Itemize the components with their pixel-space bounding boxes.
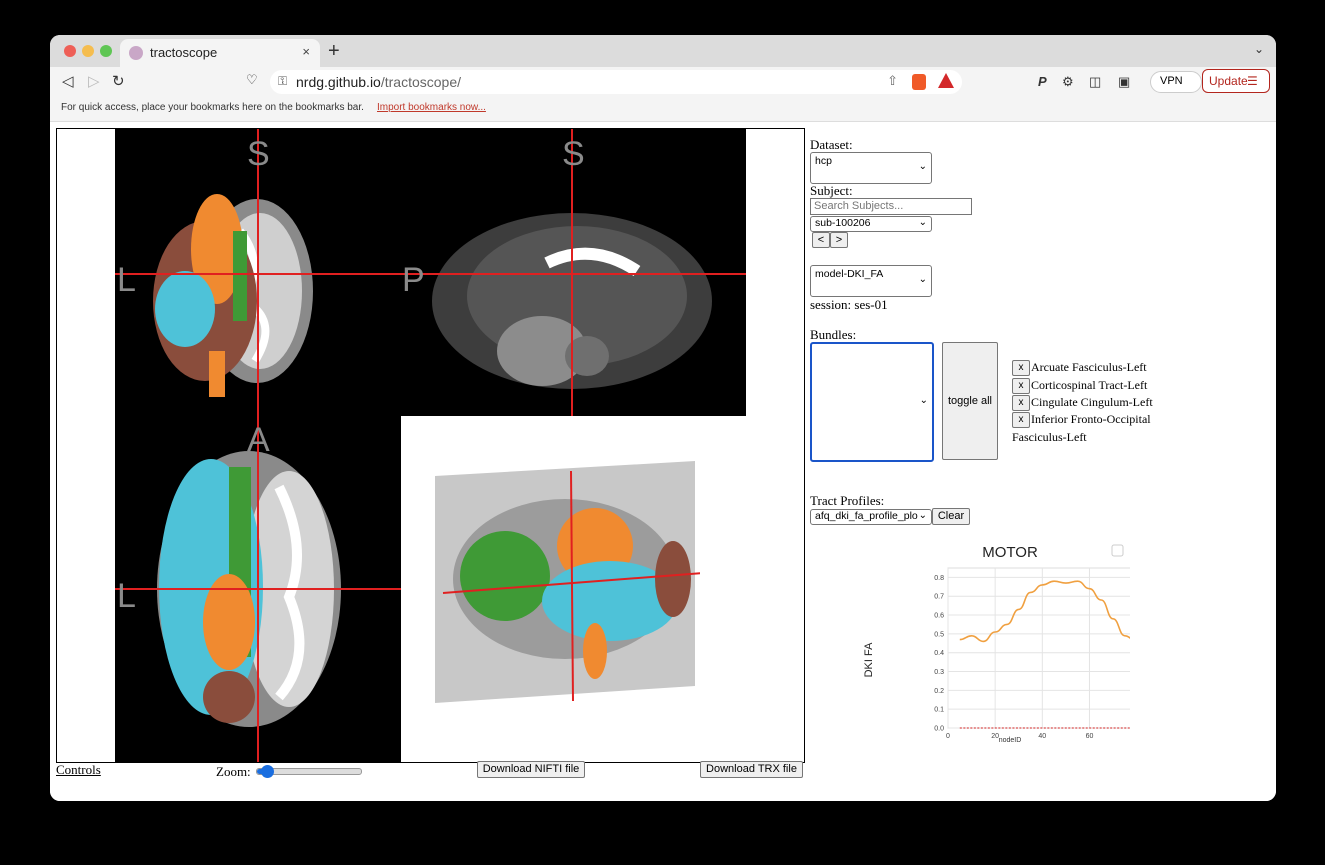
orientation-label: S [562,135,585,173]
subject-select[interactable]: sub-100206 ⌄ [810,216,932,232]
bundles-select[interactable]: ⌄ [810,342,934,462]
bundles-label: Bundles: [810,327,857,342]
bookmark-icon[interactable]: ♡ [246,72,258,88]
orientation-label: A [247,421,270,459]
orientation-label: L [117,261,136,299]
browser-window: tractoscope × + ⌄ ◁ ▷ ↻ ♡ ⚿ nrdg.github.… [50,35,1276,801]
tractography-3d-image [435,461,700,703]
lock-icon: ⚿ [278,74,288,88]
chart-y-label: DKI FA [863,642,875,678]
chart-x-label: nodeID [999,737,1022,744]
chart-plot-area [947,567,1130,729]
new-tab-button[interactable]: + [328,40,340,63]
chart-y-tick-label: 0.3 [934,669,944,676]
previous-subject-button[interactable]: < [812,232,830,248]
vpn-button[interactable]: VPN [1150,71,1202,93]
zoom-slider-thumb[interactable] [261,765,275,778]
maximize-window-button[interactable] [100,45,112,57]
clear-profiles-button[interactable]: Clear [932,508,970,525]
chart-y-tick-label: 0.6 [934,613,944,620]
chart-x-tick-label: 0 [946,733,950,740]
import-bookmarks-link[interactable]: Import bookmarks now... [377,102,486,113]
crosshair-horizontal-line [115,273,746,275]
minimize-window-button[interactable] [82,45,94,57]
session-text: session: ses-01 [810,297,888,312]
subject-label: Subject: [810,183,853,198]
wallet-icon[interactable]: ▣ [1118,74,1130,90]
remove-bundle-button[interactable]: x [1012,412,1030,428]
navigation-toolbar: ◁ ▷ ↻ ♡ ⚿ nrdg.github.io/tractoscope/ ⇧ … [50,67,1276,97]
chart-title: MOTOR [982,544,1038,561]
chevron-down-icon: ⌄ [918,217,927,228]
chart-legend-toggle[interactable] [1111,544,1124,557]
chart-y-tick-label: 0.8 [934,575,944,582]
remove-bundle-button[interactable]: x [1012,395,1030,411]
tab-list-chevron-icon[interactable]: ⌄ [1254,42,1264,56]
chart-y-tick-label: 0.7 [934,594,944,601]
chart-y-tick-label: 0.0 [934,726,944,733]
model-select[interactable]: model-DKI_FA ⌄ [810,265,932,297]
orientation-label: L [117,577,136,615]
download-nifti-button[interactable]: Download NIFTI file [477,761,585,778]
tract-profiles-label: Tract Profiles: [810,493,885,508]
orientation-label: P [402,261,425,299]
tab-title: tractoscope [150,45,218,60]
remove-bundle-button[interactable]: x [1012,360,1030,376]
subject-search-input[interactable]: Search Subjects... [810,198,972,215]
forward-icon[interactable]: ▷ [88,72,100,90]
page-content: S L S P A L Controls Zoom: Download NIFT… [50,122,1276,801]
chevron-down-icon: ⌄ [919,395,928,406]
update-button[interactable]: Update ☰ [1202,69,1270,93]
tract-profile-chart: MOTOR DKI FA nodeID 0.0 0.1 0.2 0.3 0.4 0.5 0.… [863,544,1130,744]
crosshair-horizontal-line [115,588,401,590]
tract-profile-select[interactable]: afq_dki_fa_profile_plo ⌄ [810,509,932,525]
paypal-icon[interactable]: P [1038,74,1047,89]
brain-favicon-icon [129,46,143,60]
chevron-down-icon: ⌄ [918,161,927,172]
controls-link[interactable]: Controls [56,762,101,778]
zoom-label: Zoom: [216,764,251,779]
next-subject-button[interactable]: > [830,232,848,248]
reload-icon[interactable]: ↻ [112,72,125,90]
toggle-all-button[interactable]: toggle all [942,342,998,460]
chart-x-tick-label: 20 [991,733,999,740]
orientation-label: S [247,135,270,173]
niivue-viewer[interactable]: S L S P A L [56,128,805,763]
chart-y-tick-label: 0.2 [934,688,944,695]
brave-rewards-icon[interactable] [938,73,954,88]
dataset-label: Dataset: [810,137,853,152]
tab-bar: tractoscope × + ⌄ [50,35,1276,67]
dataset-select[interactable]: hcp ⌄ [810,152,932,184]
back-icon[interactable]: ◁ [62,72,74,90]
bookmarks-hint: For quick access, place your bookmarks h… [61,102,364,113]
chart-x-tick-label: 40 [1038,733,1046,740]
sidebar-icon[interactable]: ◫ [1089,74,1101,90]
close-tab-icon[interactable]: × [302,44,310,59]
chevron-down-icon: ⌄ [918,274,927,285]
chart-y-tick-label: 0.5 [934,631,944,638]
bundle-item-wrap-text: Fasciculus-Left [1012,430,1087,444]
remove-bundle-button[interactable]: x [1012,378,1030,394]
brave-shield-icon[interactable] [912,74,926,90]
close-window-button[interactable] [64,45,76,57]
bookmarks-bar: For quick access, place your bookmarks h… [50,97,1276,122]
chart-y-tick-label: 0.4 [934,650,944,657]
share-icon[interactable]: ⇧ [887,73,898,89]
url-text: nrdg.github.io/tractoscope/ [296,74,461,90]
download-trx-button[interactable]: Download TRX file [700,761,803,778]
menu-icon: ☰ [1247,74,1258,88]
chevron-down-icon: ⌄ [918,510,927,521]
tab-tractoscope[interactable]: tractoscope × [120,39,320,67]
chart-y-tick-label: 0.1 [934,707,944,714]
chart-x-tick-label: 60 [1086,733,1094,740]
address-bar[interactable]: ⚿ nrdg.github.io/tractoscope/ ⇧ [270,70,962,94]
extensions-icon[interactable]: ⚙ [1062,74,1074,90]
zoom-slider[interactable] [256,765,362,778]
coronal-slice-image [153,194,313,397]
